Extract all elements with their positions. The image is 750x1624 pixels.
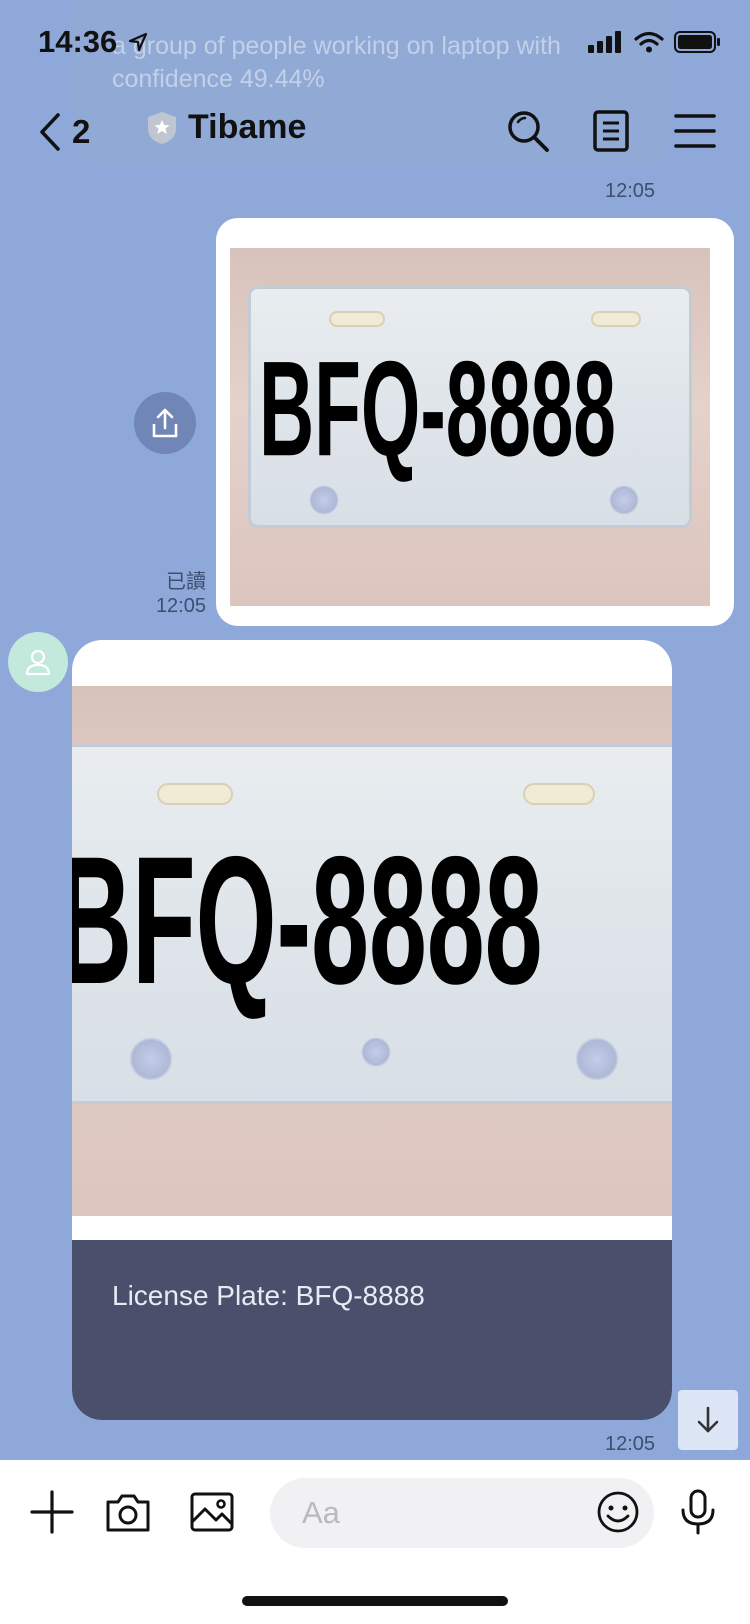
location-arrow-icon xyxy=(128,32,148,52)
emoji-icon[interactable] xyxy=(596,1490,640,1534)
plate-number-text-large: BFQ-8888 xyxy=(72,817,543,1023)
status-indicators xyxy=(588,30,722,54)
message-timestamp: 12:05 xyxy=(605,180,656,202)
received-time: 12:05 xyxy=(605,1433,656,1455)
unread-count: 2 xyxy=(72,113,91,150)
received-result-card[interactable]: BFQ-8888 License Plate: BFQ-8888 xyxy=(72,640,672,1420)
status-time: 14:36 xyxy=(38,24,118,59)
menu-icon[interactable] xyxy=(672,108,718,154)
plate-emblem xyxy=(575,1037,619,1081)
plate-emblem xyxy=(129,1037,173,1081)
image-icon[interactable] xyxy=(188,1488,236,1536)
search-icon[interactable] xyxy=(505,108,551,154)
home-indicator xyxy=(242,1596,508,1606)
plate-slot xyxy=(329,311,385,327)
chevron-left-icon xyxy=(40,113,60,151)
microphone-icon[interactable] xyxy=(674,1488,722,1536)
user-icon xyxy=(25,649,51,676)
plate-slot xyxy=(157,783,233,805)
license-plate-photo-large: BFQ-8888 xyxy=(72,686,672,1216)
sent-time: 12:05 xyxy=(155,595,206,617)
share-button[interactable] xyxy=(134,392,196,454)
plate: BFQ-8888 xyxy=(248,286,692,528)
signal-bars-icon xyxy=(588,31,621,53)
plate-slot xyxy=(591,311,641,327)
chat-title[interactable]: Tibame xyxy=(146,108,306,147)
plate-large: BFQ-8888 xyxy=(72,744,672,1104)
wifi-icon xyxy=(634,31,664,53)
battery-icon xyxy=(674,31,720,53)
plus-icon[interactable] xyxy=(28,1488,76,1536)
plate-slot xyxy=(523,783,595,805)
bot-avatar[interactable] xyxy=(8,632,68,692)
message-input-placeholder: Aa xyxy=(302,1495,340,1530)
plate-emblem xyxy=(309,485,339,515)
arrow-down-icon xyxy=(697,1406,719,1433)
card-caption-area: License Plate: BFQ-8888 xyxy=(72,1240,672,1420)
plate-emblem xyxy=(609,485,639,515)
plate-number-text: BFQ-8888 xyxy=(259,332,616,485)
share-icon xyxy=(152,408,178,438)
license-plate-photo: BFQ-8888 xyxy=(230,248,710,606)
scroll-to-bottom-button[interactable] xyxy=(678,1390,738,1450)
shield-star-icon xyxy=(148,111,176,144)
license-plate-caption: License Plate: BFQ-8888 xyxy=(112,1280,425,1311)
plate-emblem xyxy=(361,1037,391,1067)
read-status: 已讀 12:05 xyxy=(130,570,206,618)
read-label: 已讀 xyxy=(166,571,206,593)
sent-image-message[interactable]: BFQ-8888 xyxy=(216,218,734,626)
back-button[interactable]: 2 xyxy=(38,110,108,154)
note-icon[interactable] xyxy=(588,108,634,154)
chat-title-text: Tibame xyxy=(188,108,307,146)
camera-icon[interactable] xyxy=(104,1488,152,1536)
